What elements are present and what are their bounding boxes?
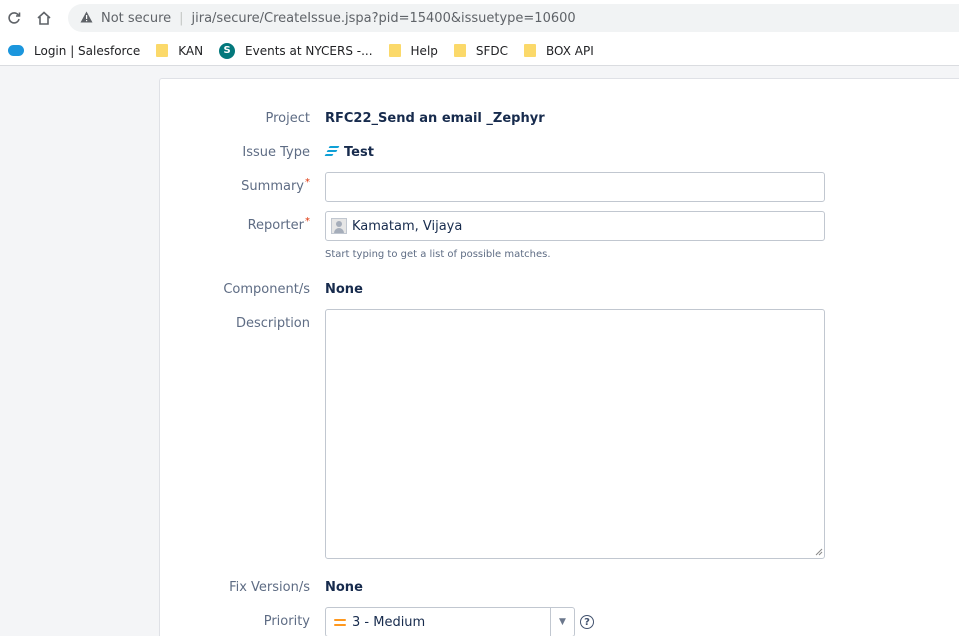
folder-icon bbox=[388, 44, 401, 57]
description-textarea[interactable] bbox=[325, 309, 825, 559]
components-label: Component/s bbox=[223, 282, 310, 297]
bookmark-help[interactable]: Help bbox=[388, 39, 438, 63]
summary-label: Summary* bbox=[241, 177, 310, 194]
priority-label: Priority bbox=[263, 614, 310, 629]
bookmark-label: KAN bbox=[178, 43, 204, 58]
reporter-help-text: Start typing to get a list of possible m… bbox=[325, 249, 551, 260]
warning-icon bbox=[80, 11, 93, 26]
folder-icon bbox=[453, 44, 466, 57]
reporter-value: Kamatam, Vijaya bbox=[352, 218, 463, 234]
bookmark-box-api[interactable]: BOX API bbox=[524, 39, 594, 63]
home-icon[interactable] bbox=[34, 8, 54, 28]
bookmark-label: SFDC bbox=[475, 43, 509, 58]
avatar bbox=[331, 218, 347, 234]
security-label[interactable]: Not secure bbox=[101, 11, 171, 26]
issue-type-value: Test bbox=[324, 145, 374, 160]
reporter-label-text: Reporter bbox=[247, 218, 304, 233]
bookmark-kan[interactable]: KAN bbox=[156, 39, 203, 63]
description-label: Description bbox=[235, 316, 310, 331]
reload-icon[interactable] bbox=[4, 8, 24, 28]
priority-medium-icon bbox=[334, 618, 346, 626]
bookmark-label: BOX API bbox=[546, 43, 594, 58]
required-marker: * bbox=[305, 177, 310, 188]
bookmark-events-nycers[interactable]: S Events at NYCERS -... bbox=[219, 39, 373, 63]
bookmark-label: Help bbox=[410, 43, 438, 58]
folder-icon bbox=[524, 44, 537, 57]
address-bar[interactable]: Not secure | jira/secure/CreateIssue.jsp… bbox=[68, 4, 959, 32]
bookmarks-bar: Login | Salesforce KAN S Events at NYCER… bbox=[0, 36, 959, 66]
fix-versions-value: None bbox=[325, 580, 363, 595]
folder-icon bbox=[156, 44, 169, 57]
summary-input[interactable] bbox=[325, 172, 825, 202]
bookmark-label: Events at NYCERS -... bbox=[245, 43, 373, 58]
url-text[interactable]: jira/secure/CreateIssue.jspa?pid=15400&i… bbox=[192, 11, 576, 26]
project-label: Project bbox=[265, 111, 310, 126]
components-value: None bbox=[325, 282, 363, 297]
reporter-label: Reporter* bbox=[247, 216, 310, 233]
help-icon[interactable]: ? bbox=[580, 615, 594, 629]
priority-value: 3 - Medium bbox=[352, 614, 426, 630]
bookmark-sfdc[interactable]: SFDC bbox=[453, 39, 509, 63]
salesforce-icon bbox=[8, 45, 24, 56]
address-separator: | bbox=[179, 10, 184, 26]
bookmark-label: Login | Salesforce bbox=[34, 43, 141, 58]
required-marker: * bbox=[305, 216, 310, 227]
summary-label-text: Summary bbox=[241, 179, 304, 194]
resize-handle-icon[interactable] bbox=[815, 548, 823, 556]
fix-versions-label: Fix Version/s bbox=[229, 580, 310, 595]
issue-type-label: Issue Type bbox=[242, 145, 310, 160]
zephyr-test-icon bbox=[324, 145, 340, 157]
priority-select[interactable]: 3 - Medium ▼ bbox=[325, 607, 575, 636]
chevron-down-icon[interactable]: ▼ bbox=[550, 608, 574, 636]
bookmark-salesforce[interactable]: Login | Salesforce bbox=[8, 39, 140, 63]
sharepoint-icon: S bbox=[219, 42, 236, 59]
issue-type-text: Test bbox=[344, 145, 374, 160]
browser-toolbar: Not secure | jira/secure/CreateIssue.jsp… bbox=[0, 0, 959, 36]
reporter-input[interactable]: Kamatam, Vijaya bbox=[325, 211, 825, 241]
project-value: RFC22_Send an email _Zephyr bbox=[325, 111, 545, 126]
